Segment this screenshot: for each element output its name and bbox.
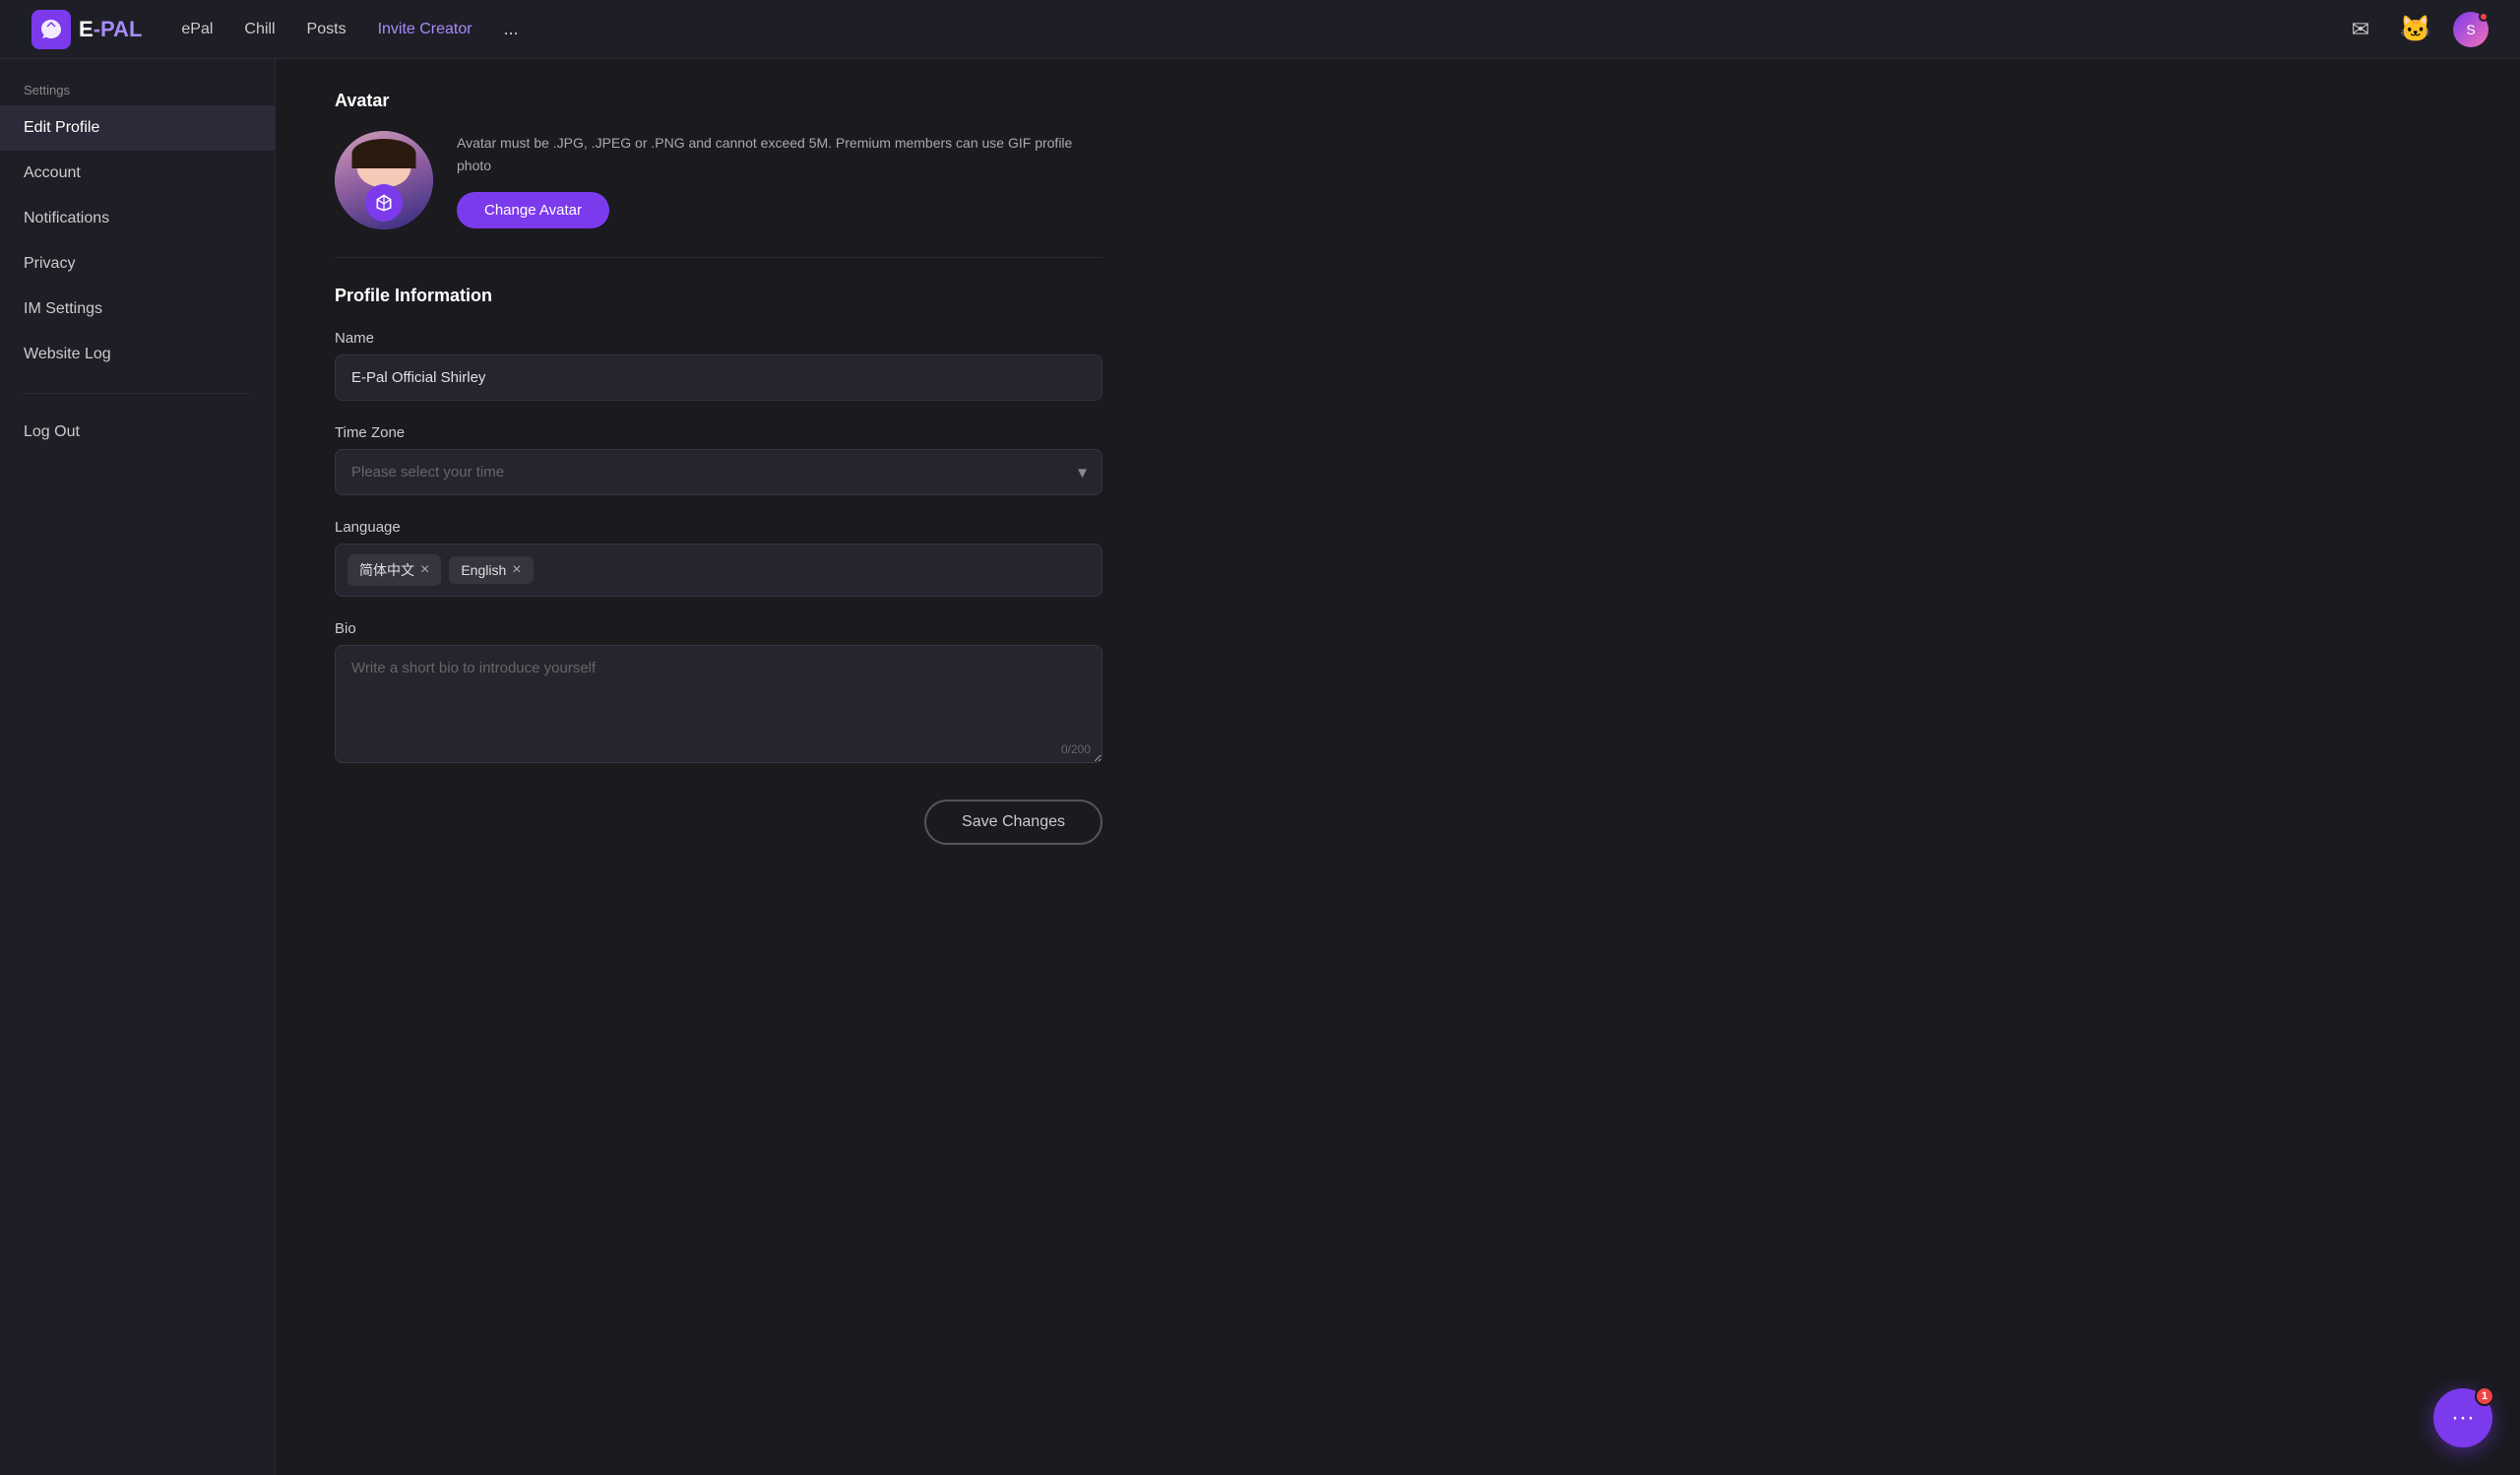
sidebar-logout[interactable]: Log Out: [0, 410, 275, 455]
avatar-preview: [335, 131, 433, 229]
sidebar-settings-label: Settings: [0, 83, 275, 97]
language-label: Language: [335, 519, 1102, 536]
timezone-select-wrapper: Please select your time UTC-8 Pacific Ti…: [335, 449, 1102, 495]
bio-field-group: Bio 0/200: [335, 620, 1102, 768]
timezone-field-group: Time Zone Please select your time UTC-8 …: [335, 424, 1102, 495]
sidebar-item-website-log[interactable]: Website Log: [0, 332, 275, 377]
name-field-group: Name: [335, 330, 1102, 401]
sidebar-divider: [24, 393, 251, 394]
nav-epal[interactable]: ePal: [181, 21, 213, 38]
bio-label: Bio: [335, 620, 1102, 637]
sidebar-item-privacy[interactable]: Privacy: [0, 241, 275, 287]
avatar-section: Avatar must be .JPG, .JPEG or .PNG and c…: [335, 131, 1102, 258]
bio-wrapper: 0/200: [335, 645, 1102, 768]
user-avatar[interactable]: S: [2453, 12, 2488, 47]
avatar-rules-text: Avatar must be .JPG, .JPEG or .PNG and c…: [457, 132, 1102, 176]
save-changes-button[interactable]: Save Changes: [924, 800, 1102, 845]
nav-invite-creator[interactable]: Invite Creator: [378, 21, 472, 38]
nav-links: ePal Chill Posts Invite Creator ...: [181, 19, 2343, 39]
sidebar-item-notifications[interactable]: Notifications: [0, 196, 275, 241]
sidebar-item-account[interactable]: Account: [0, 151, 275, 196]
logo-icon: [32, 10, 71, 49]
bio-textarea[interactable]: [335, 645, 1102, 763]
lang-tag-english-label: English: [461, 562, 506, 578]
sidebar-item-im-settings[interactable]: IM Settings: [0, 287, 275, 332]
name-label: Name: [335, 330, 1102, 347]
avatar-info: Avatar must be .JPG, .JPEG or .PNG and c…: [457, 132, 1102, 228]
lang-tag-chinese: 简体中文 ×: [347, 554, 441, 586]
sidebar: Settings Edit Profile Account Notificati…: [0, 59, 276, 1475]
save-btn-area: Save Changes: [335, 800, 1102, 845]
nav-right: ✉ 🐱 S: [2343, 12, 2488, 47]
bio-counter: 0/200: [1061, 742, 1091, 756]
lang-tag-chinese-remove[interactable]: ×: [420, 562, 429, 578]
timezone-select[interactable]: Please select your time UTC-8 Pacific Ti…: [335, 449, 1102, 495]
chat-widget-icon: ···: [2451, 1404, 2475, 1432]
chat-badge: 1: [2475, 1386, 2494, 1406]
navbar: E-PAL ePal Chill Posts Invite Creator ..…: [0, 0, 2520, 59]
nav-posts[interactable]: Posts: [307, 21, 346, 38]
avatar-image: [335, 131, 433, 229]
language-input-area[interactable]: 简体中文 × English ×: [335, 544, 1102, 597]
nav-chill[interactable]: Chill: [244, 21, 275, 38]
name-input[interactable]: [335, 354, 1102, 401]
mascot-button[interactable]: 🐱: [2398, 12, 2433, 47]
avatar-section-title: Avatar: [335, 91, 1102, 111]
logo[interactable]: E-PAL: [32, 10, 142, 49]
timezone-label: Time Zone: [335, 424, 1102, 441]
lang-tag-english: English ×: [449, 556, 533, 584]
mail-icon: ✉: [2352, 17, 2369, 42]
mascot-icon: 🐱: [2400, 14, 2431, 44]
mail-button[interactable]: ✉: [2343, 12, 2378, 47]
profile-info-title: Profile Information: [335, 286, 1102, 306]
sidebar-item-edit-profile[interactable]: Edit Profile: [0, 105, 275, 151]
main-content: Avatar: [276, 59, 1162, 1475]
change-avatar-button[interactable]: Change Avatar: [457, 192, 609, 228]
profile-info-section: Profile Information Name Time Zone Pleas…: [335, 286, 1102, 845]
lang-tag-english-remove[interactable]: ×: [512, 562, 521, 578]
avatar-initial: S: [2466, 22, 2475, 37]
language-field-group: Language 简体中文 × English ×: [335, 519, 1102, 597]
nav-more[interactable]: ...: [504, 19, 519, 39]
lang-tag-chinese-label: 简体中文: [359, 560, 414, 580]
avatar-notification-dot: [2479, 12, 2488, 22]
logo-text: E-PAL: [79, 17, 142, 42]
chat-widget[interactable]: ··· 1: [2433, 1388, 2492, 1447]
page-layout: Settings Edit Profile Account Notificati…: [0, 59, 2520, 1475]
